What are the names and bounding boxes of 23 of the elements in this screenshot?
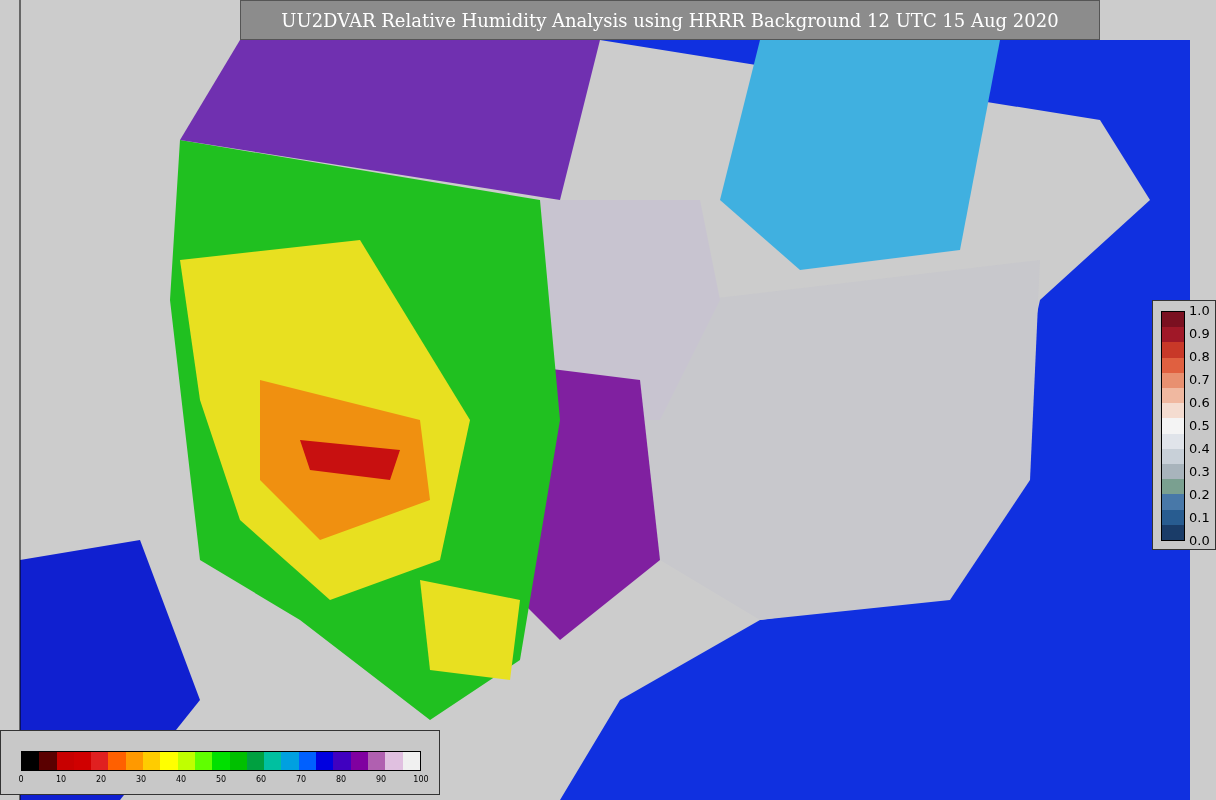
tick-label: 0.8 (1189, 350, 1210, 364)
tick-label: 0.9 (1189, 327, 1210, 341)
tick-label: 20 (95, 775, 107, 785)
tick-label: 80 (335, 775, 347, 785)
tick-label: 70 (295, 775, 307, 785)
tick-label: 0.2 (1189, 488, 1210, 502)
tick-label: 0 (18, 775, 24, 785)
tick-label: 0.7 (1189, 373, 1210, 387)
tick-label: 10 (55, 775, 67, 785)
tick-label: 0.5 (1189, 419, 1210, 433)
tick-label: 50 (215, 775, 227, 785)
tick-label: 30 (135, 775, 147, 785)
tick-label: 0.6 (1189, 396, 1210, 410)
tick-label: 60 (255, 775, 267, 785)
tick-label: 1.0 (1189, 304, 1210, 318)
tick-label: 90 (375, 775, 387, 785)
tick-label: 0.4 (1189, 442, 1210, 456)
tick-label: 0.0 (1189, 534, 1210, 548)
tick-label: 100 (413, 775, 429, 785)
map-title: UU2DVAR Relative Humidity Analysis using HRRR Background 12 UTC 15 Aug 2020 (240, 0, 1100, 40)
tick-label: 40 (175, 775, 187, 785)
tick-label: 0.1 (1189, 511, 1210, 525)
tick-label: 0.3 (1189, 465, 1210, 479)
